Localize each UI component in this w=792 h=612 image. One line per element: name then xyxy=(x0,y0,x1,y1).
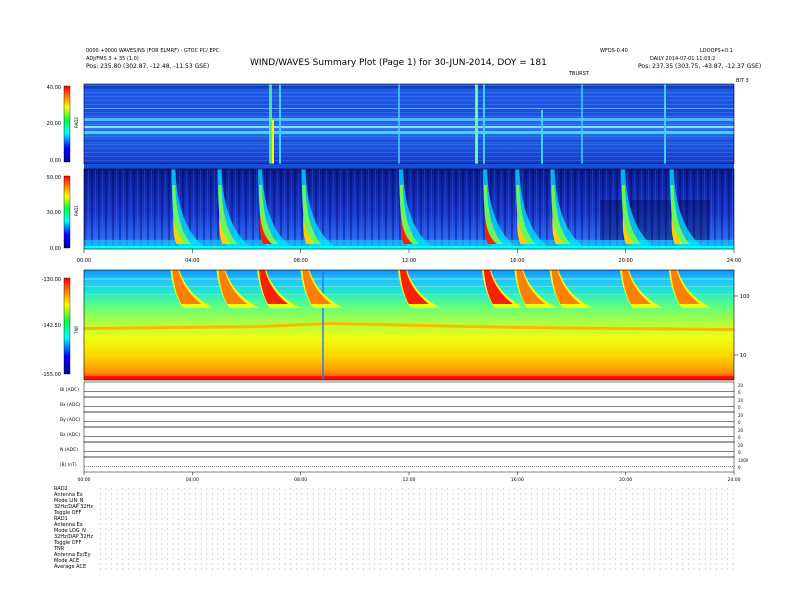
hk-label: By (ADC) xyxy=(60,417,81,423)
hk-panel-2: By (ADC) 20 0 xyxy=(60,411,744,428)
hk-right-tick: 0 xyxy=(738,390,741,395)
hk-label: Bl (ADC) xyxy=(60,387,79,393)
rad1-ylabel: RAD1 xyxy=(74,205,79,216)
rad1-panel xyxy=(83,168,735,250)
tnr-ylabel: TNR xyxy=(74,326,79,335)
hk-label: Bx (ADC) xyxy=(60,402,81,408)
hk-x-tick-label: 00:00 xyxy=(78,477,91,483)
rad1-x-axis: 00:00 04:00 08:00 12:00 16:00 20:00 24:00 xyxy=(77,249,741,264)
tnr-right-tick-2: 10 xyxy=(740,353,746,359)
tnr-panel xyxy=(83,269,735,381)
hk-right-tick: 20 xyxy=(738,413,744,418)
x-tick-label: 16:00 xyxy=(510,258,524,264)
footer-line: Average ACE xyxy=(54,564,87,570)
hk-x-tick-label: 12:00 xyxy=(403,477,416,483)
hk-panel-4: N (ADC) 20 0 xyxy=(60,441,744,458)
hk-right-tick: 0 xyxy=(738,420,741,425)
hk-label: Bz (ADC) xyxy=(60,432,80,438)
hk-x-tick-label: 16:00 xyxy=(511,477,524,483)
rad1-cbar-tick-3: 0.00 xyxy=(50,246,61,252)
hk-panel-1: Bx (ADC) 20 0 xyxy=(60,396,744,413)
hk-right-tick: 0 xyxy=(738,450,741,455)
summary-plot: 40.00 20.00 0.00 RAD2 50.00 30.00 0.00 R… xyxy=(42,83,750,570)
rad1-cbar-tick-2: 30.00 xyxy=(47,210,61,216)
rad2-cbar-tick-1: 40.00 xyxy=(47,85,61,91)
x-tick-label: 20:00 xyxy=(618,258,632,264)
hk-label: N (ADC) xyxy=(60,447,78,453)
hk-panel-3: Bz (ADC) 20 0 xyxy=(60,426,744,443)
hk-right-tick: 1000 xyxy=(738,458,749,463)
hk-x-tick-label: 08:00 xyxy=(294,477,307,483)
hk-panel-5: |B| (nT) 1000 0 xyxy=(60,456,749,473)
tnr-right-tick-1: 100 xyxy=(740,294,750,300)
x-tick-label: 08:00 xyxy=(293,258,307,264)
x-tick-label: 12:00 xyxy=(402,258,416,264)
hk-x-tick-label: 04:00 xyxy=(186,477,199,483)
hk-right-tick: 20 xyxy=(738,398,744,403)
hk-right-tick: 20 xyxy=(738,428,744,433)
footer-rad2: RAD2 Antenna Ex Mode LIN_N 32Hz/DAP 32Hz… xyxy=(54,486,93,516)
footer-grid xyxy=(100,488,734,570)
x-tick-label: 00:00 xyxy=(77,258,91,264)
hk-right-tick: 20 xyxy=(738,443,744,448)
rad2-cbar-tick-2: 20.00 xyxy=(47,121,61,127)
x-tick-label: 04:00 xyxy=(185,258,199,264)
tnr-cbar-tick-2: -142.50 xyxy=(42,323,61,329)
rad2-panel xyxy=(83,83,735,169)
housekeeping-panels: Bl (ADC)200Bx (ADC)200By (ADC)200Bz (ADC… xyxy=(60,381,749,483)
hk-right-tick: 20 xyxy=(738,383,744,388)
hk-right-tick: 0 xyxy=(738,435,741,440)
hk-right-tick: 0 xyxy=(738,465,741,470)
hk-x-tick-label: 24:00 xyxy=(728,477,741,483)
hk-label: |B| (nT) xyxy=(60,462,77,468)
tnr-cbar-tick-3: -155.00 xyxy=(42,372,61,378)
rad2-ylabel: RAD2 xyxy=(74,117,79,128)
tnr-cbar-tick-1: -130.00 xyxy=(42,277,61,283)
footer-rad1: RAD1 Antenna Ex Mode LOG_N 32Hz/DAP 32Hz… xyxy=(54,516,93,546)
footer-tnr: TNR Antenna Ex/Ey Mode ACE Average ACE xyxy=(54,546,91,570)
x-tick-label: 24:00 xyxy=(727,258,741,264)
hk-x-tick-label: 20:00 xyxy=(619,477,632,483)
hk-right-tick: 0 xyxy=(738,405,741,410)
rad2-cbar-tick-3: 0.00 xyxy=(50,158,61,164)
rad1-cbar-tick-1: 50.00 xyxy=(47,175,61,181)
hk-panel-0: Bl (ADC) 20 0 xyxy=(60,381,744,398)
